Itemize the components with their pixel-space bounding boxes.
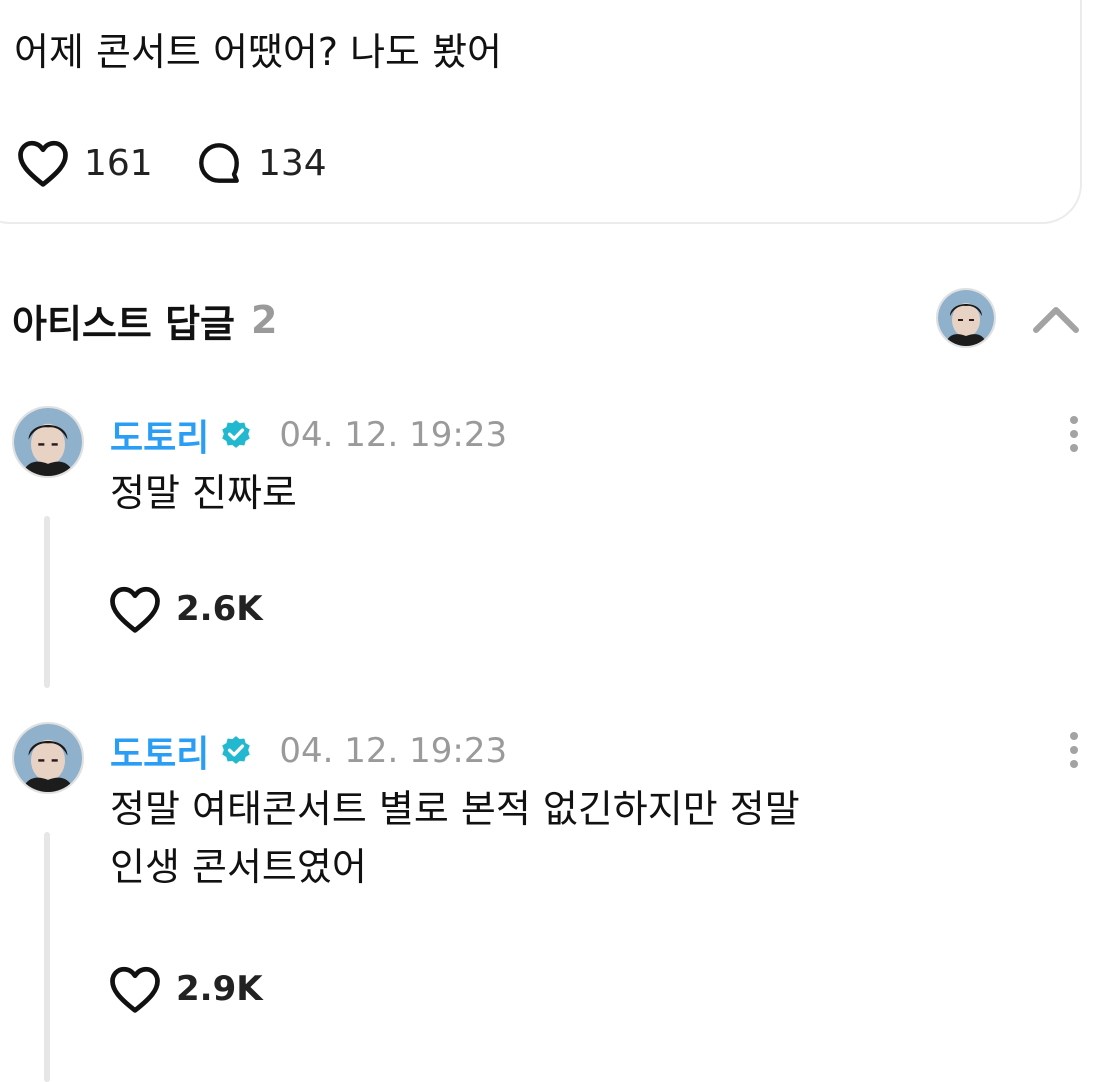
verified-badge-icon <box>222 420 251 448</box>
thread-line <box>44 516 50 688</box>
heart-icon <box>18 140 68 187</box>
reply-avatar[interactable] <box>12 406 84 478</box>
section-title: 아티스트 답글 <box>12 301 235 346</box>
reply-text: 정말 진짜로 <box>110 464 297 522</box>
collapse-button[interactable] <box>1026 294 1086 344</box>
reply-like-count: 2.9K <box>176 969 263 1009</box>
reply-text: 정말 여태콘서트 별로 본적 없긴하지만 정말 인생 콘서트였어 <box>110 780 800 896</box>
post-comment-button[interactable]: 134 <box>194 138 327 188</box>
reply-text-line: 정말 진짜로 <box>110 471 297 515</box>
avatar-image <box>938 290 994 346</box>
reply-like-button[interactable]: 2.6K <box>108 584 263 634</box>
thread-line <box>44 832 50 1082</box>
comment-bubble-icon <box>199 143 239 183</box>
reply-username[interactable]: 도토리 <box>110 409 209 461</box>
avatar-image <box>14 724 82 792</box>
more-vertical-icon <box>1070 732 1078 768</box>
avatar <box>936 288 996 348</box>
more-vertical-icon <box>1070 416 1078 452</box>
chevron-up-icon <box>1033 307 1079 333</box>
post-like-count: 161 <box>84 142 153 184</box>
verified-badge-icon <box>222 736 251 764</box>
reply-avatar[interactable] <box>12 722 84 794</box>
reply-item: 도토리 04. 12. 19:23 정말 진짜로 2.6K <box>0 406 1108 696</box>
reply-timestamp: 04. 12. 19:23 <box>279 415 508 455</box>
reply-more-button[interactable] <box>1062 728 1086 772</box>
reply-like-count: 2.6K <box>176 589 263 629</box>
reply-item: 도토리 04. 12. 19:23 정말 여태콘서트 별로 본적 없긴하지만 정… <box>0 722 1108 1082</box>
reply-more-button[interactable] <box>1062 412 1086 456</box>
heart-icon <box>110 966 160 1013</box>
post-comment-count: 134 <box>258 142 327 184</box>
reply-like-button[interactable]: 2.9K <box>108 964 263 1014</box>
post-card: 어제 콘서트 어땠어? 나도 봤어 161 134 <box>0 0 1082 224</box>
section-count: 2 <box>251 298 278 342</box>
reply-text-line: 인생 콘서트였어 <box>110 845 367 889</box>
heart-icon <box>110 586 160 633</box>
post-text: 어제 콘서트 어땠어? 나도 봤어 <box>14 30 503 74</box>
reply-username[interactable]: 도토리 <box>110 725 209 777</box>
threads-post-page: 어제 콘서트 어땠어? 나도 봤어 161 134 아티스트 답글 2 도토리 … <box>0 0 1108 1082</box>
avatar-image <box>14 408 82 476</box>
reply-text-line: 정말 여태콘서트 별로 본적 없긴하지만 정말 <box>110 787 800 831</box>
artist-replies-header: 아티스트 답글 2 <box>12 292 277 348</box>
post-like-button[interactable]: 161 <box>16 138 153 188</box>
reply-timestamp: 04. 12. 19:23 <box>279 731 508 771</box>
reply-meta: 도토리 04. 12. 19:23 <box>110 726 507 776</box>
artist-avatar[interactable] <box>936 288 996 348</box>
reply-meta: 도토리 04. 12. 19:23 <box>110 410 507 460</box>
